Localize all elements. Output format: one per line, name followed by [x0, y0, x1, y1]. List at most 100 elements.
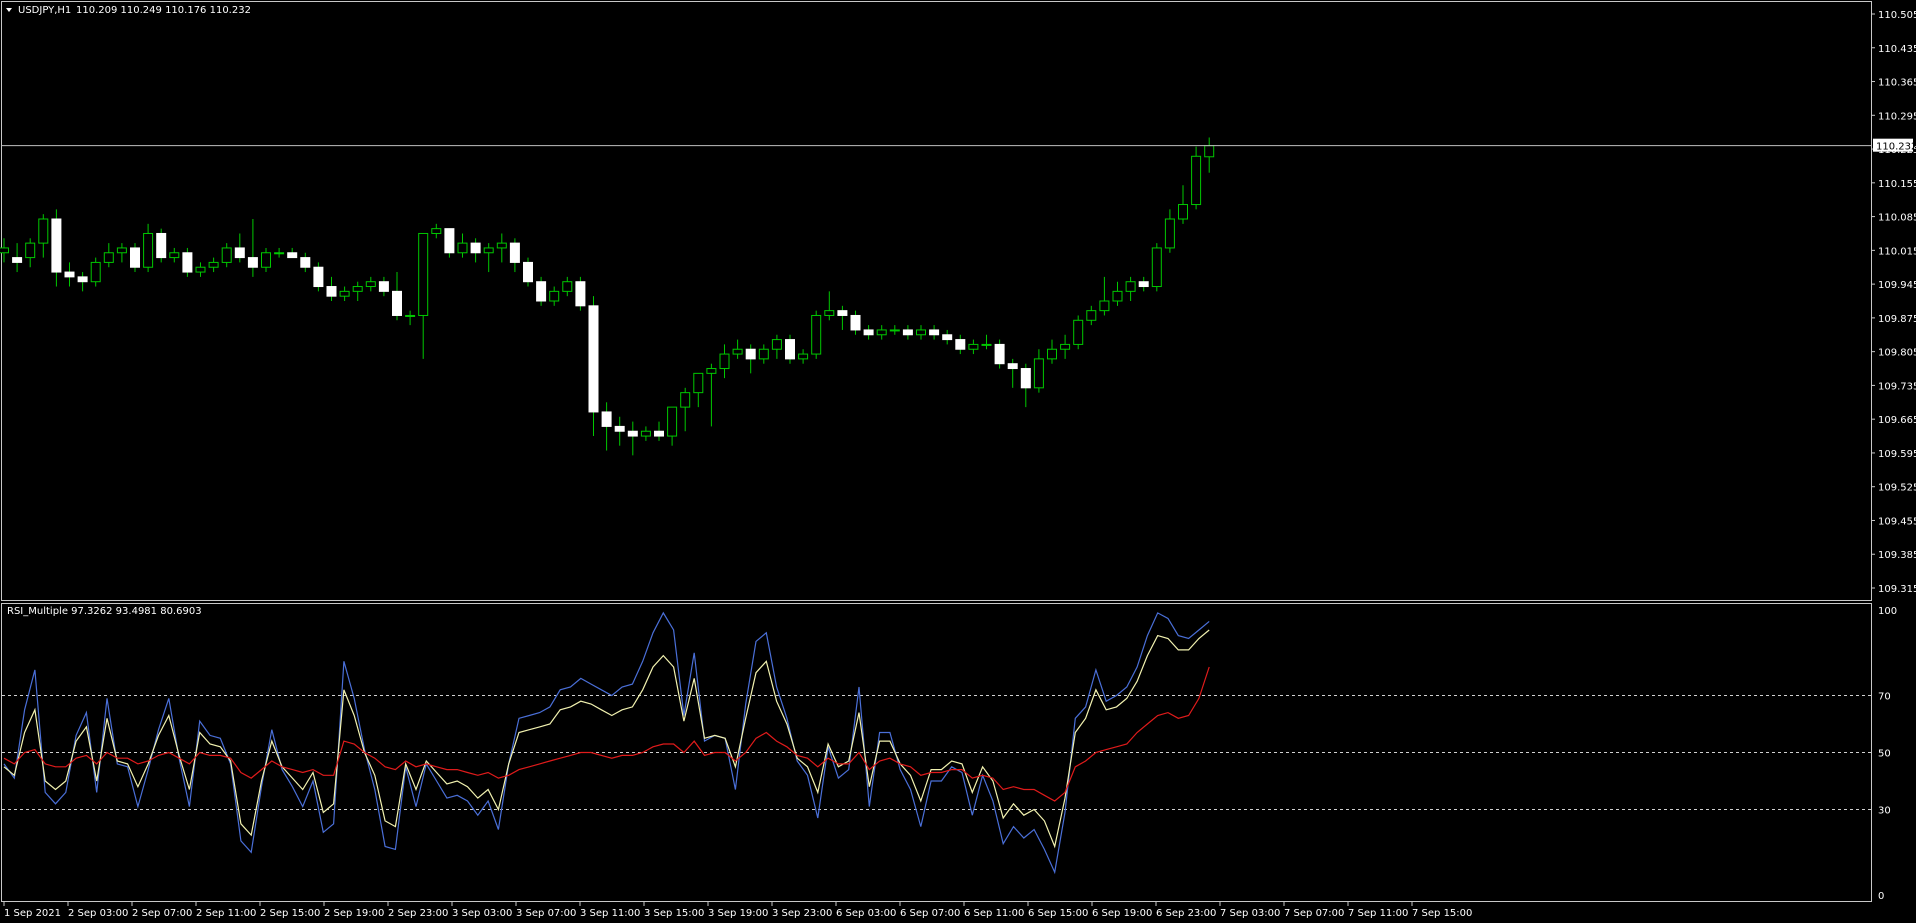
candle-body[interactable] — [850, 314, 861, 331]
candle-body[interactable] — [601, 411, 612, 427]
candle-body[interactable] — [1204, 145, 1215, 158]
candle-body[interactable] — [562, 281, 573, 292]
candle-body[interactable] — [876, 329, 887, 336]
candle-body[interactable] — [1007, 363, 1018, 370]
candle-body[interactable] — [313, 266, 324, 288]
candle-body[interactable] — [588, 305, 599, 413]
candle-body[interactable] — [392, 290, 402, 316]
candle-body[interactable] — [955, 339, 966, 350]
candle-body[interactable] — [745, 348, 756, 360]
candle-body[interactable] — [981, 343, 992, 346]
candle-body[interactable] — [549, 290, 560, 302]
triangle-down-icon[interactable] — [6, 8, 12, 12]
candle-body[interactable] — [77, 276, 88, 283]
rsi-series[interactable] — [3, 611, 1210, 875]
candle-body[interactable] — [536, 281, 547, 302]
candle-body[interactable] — [483, 247, 494, 254]
candle-body[interactable] — [994, 343, 1005, 365]
candle-body[interactable] — [667, 406, 678, 437]
price-axis[interactable]: 110.505110.435110.365110.295110.225110.1… — [1871, 10, 1916, 595]
trading-chart[interactable]: 110.505110.435110.365110.295110.225110.1… — [0, 0, 1916, 923]
candle-body[interactable] — [680, 392, 691, 408]
candle-body[interactable] — [405, 314, 416, 317]
candle-body[interactable] — [523, 261, 533, 283]
candle-body[interactable] — [627, 430, 638, 437]
candle-body[interactable] — [1033, 358, 1044, 389]
candle-body[interactable] — [274, 252, 285, 255]
candle-body[interactable] — [1191, 155, 1202, 206]
time-axis[interactable]: 1 Sep 2021 2 Sep 03:00 2 Sep 07:00 2 Sep 11… — [3, 902, 1472, 919]
candle-body[interactable] — [365, 281, 376, 288]
candle-body[interactable] — [444, 228, 455, 254]
candle-body[interactable] — [287, 252, 298, 259]
candle-body[interactable] — [1164, 218, 1175, 249]
candle-body[interactable] — [916, 329, 926, 336]
candle-body[interactable] — [130, 247, 140, 268]
candle-body[interactable] — [90, 261, 101, 283]
candle-body[interactable] — [143, 232, 154, 268]
candle-body[interactable] — [234, 247, 245, 259]
candle-body[interactable] — [824, 310, 835, 316]
candle-body[interactable] — [863, 329, 874, 336]
candle-body[interactable] — [889, 329, 900, 332]
candle-body[interactable] — [1125, 281, 1136, 292]
candle-body[interactable] — [771, 339, 782, 350]
candle-body[interactable] — [208, 261, 219, 268]
candle-body[interactable] — [182, 252, 193, 273]
candle-body[interactable] — [706, 368, 717, 374]
candle-body[interactable] — [693, 372, 704, 394]
candle-body[interactable] — [640, 430, 651, 437]
candle-body[interactable] — [732, 348, 743, 355]
candle-body[interactable] — [837, 310, 848, 316]
candle-body[interactable] — [929, 329, 940, 336]
candle-body[interactable] — [221, 247, 232, 263]
candle-body[interactable] — [1178, 204, 1188, 220]
candle-body[interactable] — [156, 232, 167, 259]
candle-body[interactable] — [195, 266, 206, 273]
candle-body[interactable] — [418, 232, 429, 316]
candle-body[interactable] — [431, 228, 442, 234]
candle-body[interactable] — [12, 257, 23, 263]
candle-body[interactable] — [116, 247, 127, 254]
candle-body[interactable] — [798, 353, 809, 360]
candle-body[interactable] — [509, 242, 520, 263]
candle-body[interactable] — [1086, 310, 1097, 321]
candle-body[interactable] — [811, 314, 822, 355]
candle-body[interactable] — [1112, 290, 1123, 302]
candle-body[interactable] — [261, 252, 271, 268]
candle-body[interactable] — [169, 252, 180, 259]
candle-body[interactable] — [64, 271, 75, 278]
candle-body[interactable] — [1060, 343, 1071, 350]
candlestick-series[interactable] — [0, 137, 1215, 456]
candle-body[interactable] — [457, 242, 468, 254]
candle-body[interactable] — [719, 353, 730, 370]
candle-body[interactable] — [1151, 247, 1162, 288]
candle-body[interactable] — [300, 257, 311, 268]
candle-body[interactable] — [614, 425, 625, 432]
candle-body[interactable] — [785, 339, 795, 360]
candle-body[interactable] — [496, 242, 507, 249]
candle-body[interactable] — [1099, 300, 1110, 312]
candle-body[interactable] — [1047, 348, 1057, 360]
candle-body[interactable] — [339, 290, 350, 297]
candle-body[interactable] — [0, 247, 9, 254]
candle-body[interactable] — [758, 348, 769, 360]
candle-body[interactable] — [103, 252, 114, 263]
candle-body[interactable] — [326, 286, 337, 297]
candle-body[interactable] — [1073, 319, 1084, 345]
candle-body[interactable] — [247, 257, 258, 268]
symbol-timeframe: USDJPY,H1 — [18, 5, 71, 16]
candle-body[interactable] — [942, 334, 953, 341]
candle-body[interactable] — [902, 329, 913, 336]
candle-body[interactable] — [38, 218, 49, 244]
candle-body[interactable] — [1020, 368, 1031, 389]
candle-body[interactable] — [378, 281, 389, 292]
candle-body[interactable] — [25, 242, 36, 259]
candle-body[interactable] — [575, 281, 586, 307]
candle-body[interactable] — [968, 343, 979, 350]
candle-body[interactable] — [352, 286, 363, 292]
candle-body[interactable] — [654, 430, 664, 437]
candle-body[interactable] — [1138, 281, 1149, 288]
candle-body[interactable] — [51, 218, 62, 273]
candle-body[interactable] — [470, 242, 481, 254]
